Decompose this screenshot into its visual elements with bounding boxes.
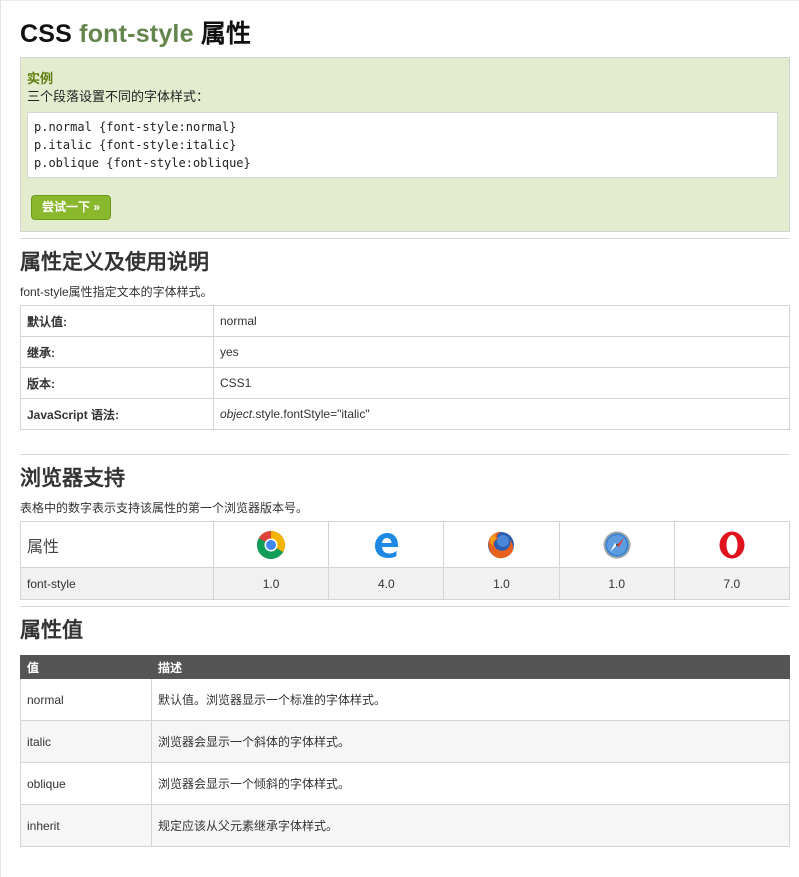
firefox-icon — [486, 530, 516, 560]
definition-value: yes — [213, 336, 790, 368]
browser-cell-firefox — [443, 521, 560, 568]
opera-icon — [717, 530, 747, 560]
code-line: p.normal {font-style:normal} — [34, 120, 237, 134]
safari-icon — [602, 530, 632, 560]
value-name: italic — [20, 720, 152, 763]
page-title: CSS font-style 属性 — [20, 1, 790, 57]
code-block: p.normal {font-style:normal} p.italic {f… — [27, 112, 778, 178]
values-heading: 属性值 — [20, 619, 83, 642]
definition-key: 默认值: — [20, 305, 214, 337]
browser-version-row: font-style 1.0 4.0 1.0 1.0 7.0 — [20, 567, 791, 600]
definition-table: 默认值: normal 继承: yes 版本: CSS1 JavaScript … — [20, 305, 790, 430]
edge-version: 4.0 — [328, 567, 445, 600]
safari-version: 1.0 — [558, 567, 675, 600]
example-box: 实例 三个段落设置不同的字体样式： p.normal {font-style:n… — [20, 57, 790, 232]
js-syntax-rest: .style.fontStyle="italic" — [252, 407, 370, 421]
title-prefix: CSS — [20, 20, 73, 48]
support-heading: 浏览器支持 — [20, 467, 125, 490]
value-name: normal — [20, 678, 152, 721]
definition-value: normal — [213, 305, 790, 337]
title-suffix: 属性 — [200, 20, 252, 48]
browser-cell-chrome — [212, 521, 330, 568]
example-description: 三个段落设置不同的字体样式： — [27, 89, 210, 104]
support-row-label: font-style — [20, 567, 214, 600]
example-label: 实例 — [27, 71, 54, 86]
col-value-header: 值 — [20, 655, 152, 679]
definition-intro: font-style属性指定文本的字体样式。 — [20, 285, 213, 299]
try-it-button[interactable]: 尝试一下 » — [31, 195, 111, 220]
values-table: 值 描述 normal 默认值。浏览器显示一个标准的字体样式。 italic 浏… — [20, 655, 790, 847]
browser-header-row: 属性 — [20, 521, 791, 568]
value-desc: 浏览器会显示一个倾斜的字体样式。 — [151, 762, 790, 805]
browser-cell-opera — [673, 521, 791, 568]
value-desc: 规定应该从父元素继承字体样式。 — [151, 804, 790, 847]
title-property: font-style — [79, 20, 194, 48]
browser-support-table: 属性 font-style 1.0 4.0 1.0 1.0 7.0 — [20, 521, 791, 600]
definition-key: 继承: — [20, 336, 214, 368]
table-row: 版本: CSS1 — [20, 367, 790, 399]
js-object-word: object — [220, 407, 253, 421]
opera-version: 7.0 — [673, 567, 791, 600]
table-row: 继承: yes — [20, 336, 790, 368]
definition-value: CSS1 — [213, 367, 790, 399]
definition-key: JavaScript 语法: — [20, 398, 214, 430]
chrome-version: 1.0 — [212, 567, 330, 600]
table-row: oblique 浏览器会显示一个倾斜的字体样式。 — [20, 762, 790, 805]
table-row: inherit 规定应该从父元素继承字体样式。 — [20, 804, 790, 847]
value-desc: 默认值。浏览器显示一个标准的字体样式。 — [151, 678, 790, 721]
edge-icon — [371, 530, 401, 560]
support-intro: 表格中的数字表示支持该属性的第一个浏览器版本号。 — [20, 501, 309, 515]
table-row: 默认值: normal — [20, 305, 790, 337]
browser-cell-safari — [558, 521, 675, 568]
chrome-icon — [256, 530, 286, 560]
table-row: normal 默认值。浏览器显示一个标准的字体样式。 — [20, 678, 790, 721]
definition-value: object.style.fontStyle="italic" — [213, 398, 790, 430]
table-row: italic 浏览器会显示一个斜体的字体样式。 — [20, 720, 790, 763]
value-name: oblique — [20, 762, 152, 805]
value-desc: 浏览器会显示一个斜体的字体样式。 — [151, 720, 790, 763]
browser-cell-edge — [328, 521, 445, 568]
code-line: p.oblique {font-style:oblique} — [34, 156, 251, 170]
definition-heading: 属性定义及使用说明 — [20, 251, 209, 274]
code-line: p.italic {font-style:italic} — [34, 138, 237, 152]
values-header-row: 值 描述 — [20, 655, 790, 679]
definition-key: 版本: — [20, 367, 214, 399]
col-desc-header: 描述 — [151, 655, 790, 679]
firefox-version: 1.0 — [443, 567, 560, 600]
support-header-label: 属性 — [20, 521, 214, 568]
table-row: JavaScript 语法: object.style.fontStyle="i… — [20, 398, 790, 430]
page: CSS font-style 属性 实例 三个段落设置不同的字体样式： p.no… — [1, 1, 791, 847]
value-name: inherit — [20, 804, 152, 847]
